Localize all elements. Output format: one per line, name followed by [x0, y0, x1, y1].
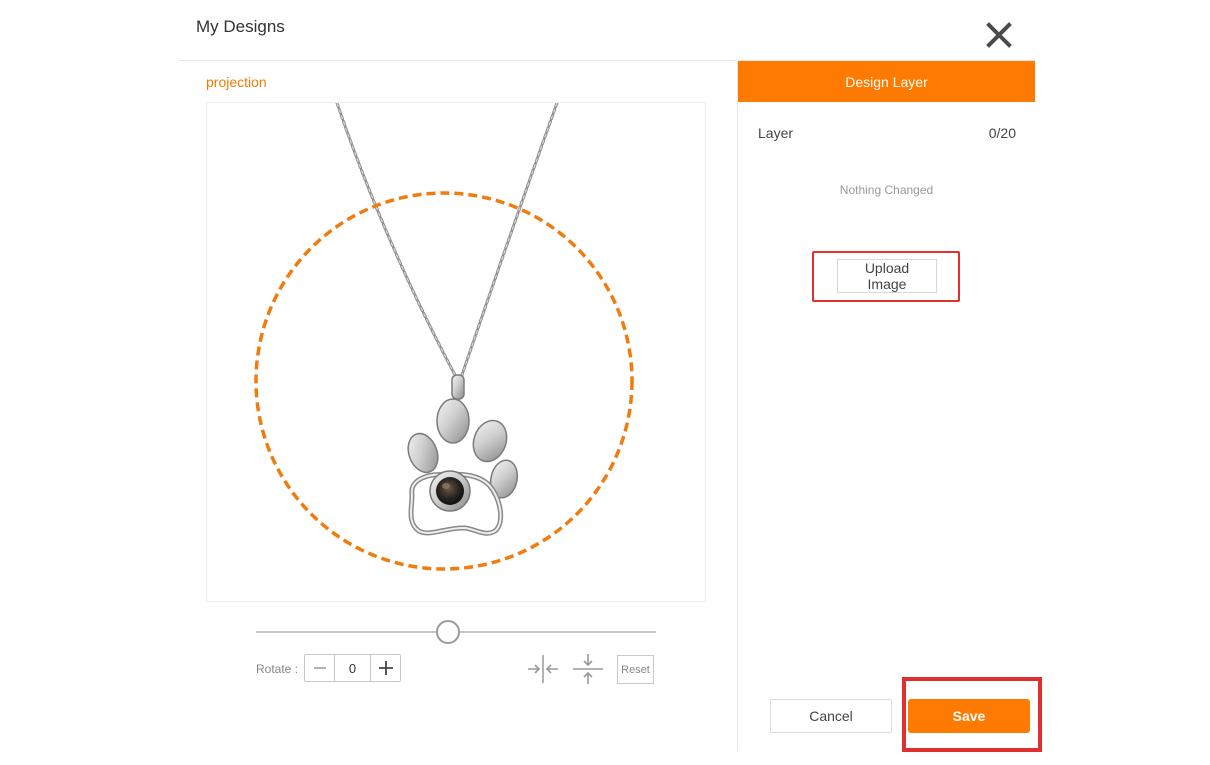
save-button[interactable]: Save	[908, 699, 1030, 733]
minus-icon	[313, 667, 326, 669]
cancel-button[interactable]: Cancel	[770, 699, 892, 733]
flip-horizontal-icon[interactable]	[526, 653, 560, 685]
editor-panel: projection Rotate: 0 Reset	[178, 61, 737, 751]
design-layer-panel: Design Layer Layer 0/20 Nothing Changed …	[738, 61, 1042, 752]
product-label: projection	[206, 74, 267, 90]
rotate-decrease-button[interactable]	[305, 655, 335, 681]
plus-icon	[378, 661, 393, 675]
upload-image-button[interactable]: Upload Image	[837, 259, 937, 293]
zoom-slider[interactable]	[256, 620, 656, 644]
product-image	[254, 103, 634, 571]
rotate-increase-button[interactable]	[370, 655, 400, 681]
design-canvas[interactable]	[206, 102, 706, 602]
close-icon[interactable]	[986, 22, 1012, 48]
layer-label: Layer	[758, 125, 794, 141]
layer-count: 0/20	[988, 125, 1016, 141]
reset-button[interactable]: Reset	[617, 655, 654, 684]
rotate-stepper	[304, 654, 401, 682]
flip-vertical-icon[interactable]	[571, 653, 605, 685]
status-text: Nothing Changed	[839, 183, 934, 197]
tab-design-layer[interactable]: Design Layer	[738, 61, 1035, 102]
my-designs-dialog: My Designs projection Rotate: 0 Reset D…	[178, 0, 1042, 752]
rotate-input[interactable]	[335, 655, 370, 681]
dialog-title: My Designs	[196, 17, 285, 36]
zoom-slider-thumb[interactable]	[436, 620, 460, 644]
rotate-label: Rotate :	[256, 662, 299, 676]
